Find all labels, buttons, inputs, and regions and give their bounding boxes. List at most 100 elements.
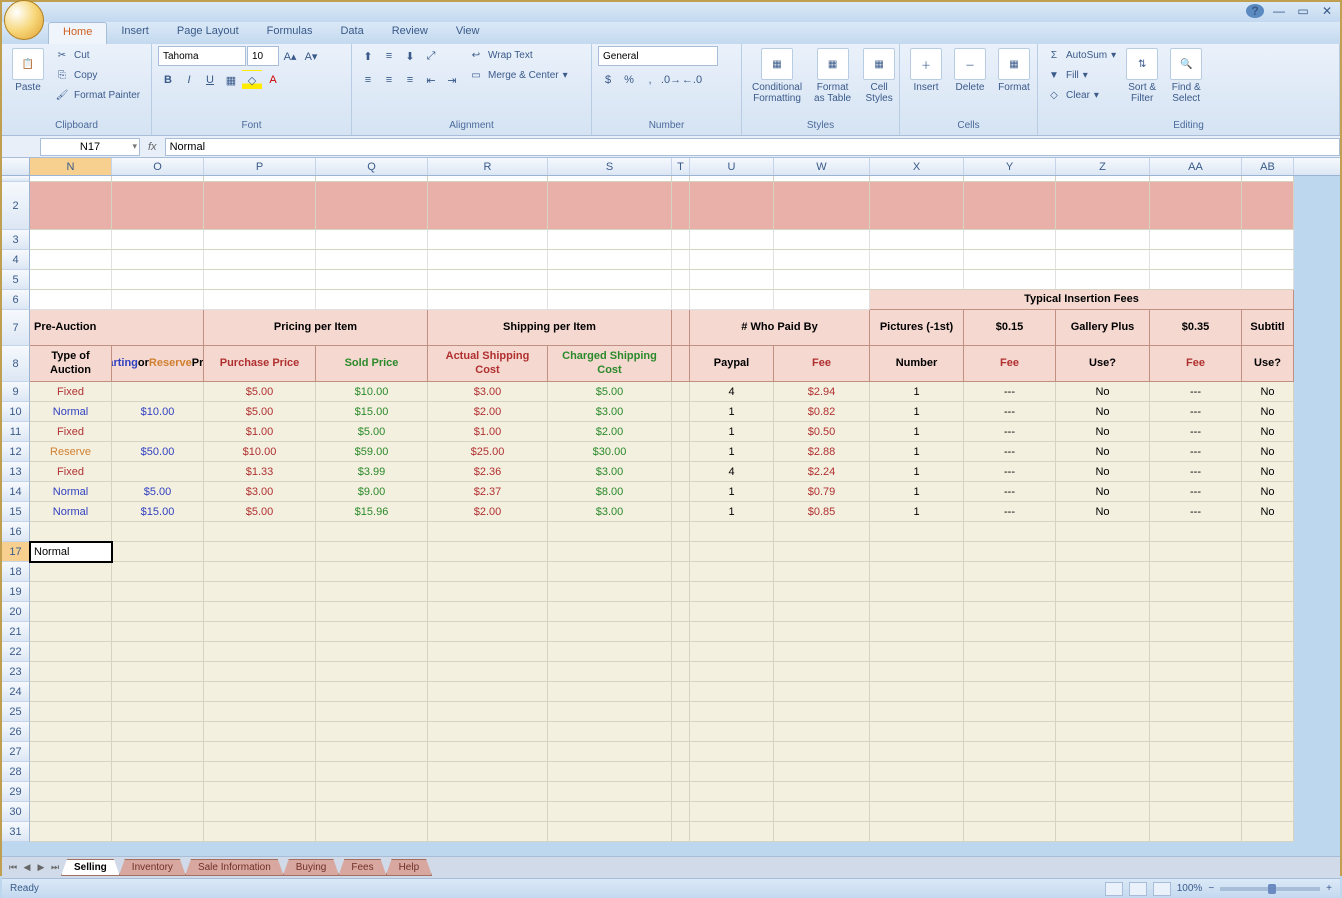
cell[interactable]: $3.00 [204,482,316,502]
cell[interactable] [964,682,1056,702]
cell[interactable] [1056,802,1150,822]
shrink-font-button[interactable]: A▾ [301,46,321,66]
cell[interactable] [774,542,870,562]
cell[interactable] [112,270,204,290]
cell[interactable] [112,702,204,722]
cell[interactable]: $30.00 [548,442,672,462]
zoom-level[interactable]: 100% [1177,883,1203,894]
header-cell[interactable]: Pre-Auction [30,310,204,346]
cell[interactable]: --- [964,502,1056,522]
cell[interactable] [30,582,112,602]
bold-button[interactable]: B [158,70,178,90]
cell[interactable] [1242,762,1294,782]
cell[interactable] [690,250,774,270]
cell[interactable] [548,622,672,642]
cell[interactable] [672,562,690,582]
cell[interactable] [1056,782,1150,802]
sheet-tab-help[interactable]: Help [386,859,433,876]
cell[interactable] [672,662,690,682]
cell[interactable] [316,742,428,762]
row-header[interactable]: 4 [2,250,30,270]
align-left-button[interactable]: ≡ [358,70,378,90]
cell[interactable] [428,822,548,842]
cell[interactable]: --- [1150,462,1242,482]
cell[interactable] [1150,182,1242,230]
cell[interactable] [690,182,774,230]
cell[interactable] [870,762,964,782]
cell[interactable] [964,562,1056,582]
cell[interactable] [30,742,112,762]
cell[interactable] [316,762,428,782]
col-header-w[interactable]: W [774,158,870,175]
row-header[interactable]: 5 [2,270,30,290]
col-header-s[interactable]: S [548,158,672,175]
row-header[interactable]: 18 [2,562,30,582]
cell[interactable] [672,542,690,562]
cell[interactable]: No [1242,422,1294,442]
cell[interactable] [690,802,774,822]
insert-cells-button[interactable]: ＋Insert [906,46,946,95]
cell[interactable]: No [1242,482,1294,502]
cell[interactable] [428,722,548,742]
cell[interactable] [870,662,964,682]
cell[interactable] [1242,562,1294,582]
cell[interactable] [672,742,690,762]
cell[interactable] [1242,742,1294,762]
cell[interactable] [672,422,690,442]
cell[interactable] [870,562,964,582]
cell[interactable] [204,822,316,842]
cell[interactable]: 1 [870,482,964,502]
row-header[interactable]: 20 [2,602,30,622]
restore-button[interactable]: ▭ [1294,4,1312,18]
tab-formulas[interactable]: Formulas [253,22,327,44]
cell[interactable] [964,742,1056,762]
cell[interactable] [204,702,316,722]
cell[interactable]: No [1056,442,1150,462]
cell[interactable] [690,682,774,702]
cell[interactable] [690,602,774,622]
cell[interactable] [672,182,690,230]
row-header[interactable]: 13 [2,462,30,482]
header-cell[interactable]: Paypal [690,346,774,382]
col-header-p[interactable]: P [204,158,316,175]
header-cell[interactable]: Shipping per Item [428,310,672,346]
header-cell[interactable]: Type of Auction [30,346,112,382]
cell[interactable] [316,522,428,542]
header-cell[interactable]: $0.35 [1150,310,1242,346]
cell[interactable] [870,622,964,642]
cell[interactable] [428,702,548,722]
cell[interactable] [428,782,548,802]
cell[interactable]: 1 [870,402,964,422]
header-cell[interactable]: # Who Paid By [690,310,870,346]
cell[interactable] [774,642,870,662]
cell[interactable]: 1 [690,402,774,422]
cell[interactable] [428,522,548,542]
row-header[interactable]: 24 [2,682,30,702]
cell[interactable] [112,382,204,402]
cell[interactable] [1056,702,1150,722]
cell[interactable] [690,662,774,682]
cell[interactable]: $5.00 [112,482,204,502]
cell[interactable] [964,582,1056,602]
cell[interactable] [548,602,672,622]
cell[interactable] [112,542,204,562]
wrap-text-button[interactable]: ↩Wrap Text [466,46,570,64]
cell[interactable] [964,722,1056,742]
cell[interactable] [204,230,316,250]
cell[interactable] [548,762,672,782]
cell[interactable] [30,682,112,702]
header-cell[interactable]: $0.15 [964,310,1056,346]
increase-decimal-button[interactable]: .0→ [661,70,681,90]
cell[interactable] [316,250,428,270]
cell[interactable] [548,702,672,722]
cell[interactable] [548,642,672,662]
cell[interactable]: --- [1150,422,1242,442]
cell-typical-fees[interactable]: Typical Insertion Fees [870,290,1294,310]
header-cell[interactable]: Fee [774,346,870,382]
cell[interactable] [672,230,690,250]
cell[interactable] [774,662,870,682]
cell[interactable]: $1.00 [204,422,316,442]
cell[interactable] [672,270,690,290]
name-box[interactable]: N17 [40,138,140,156]
cell[interactable] [1056,742,1150,762]
